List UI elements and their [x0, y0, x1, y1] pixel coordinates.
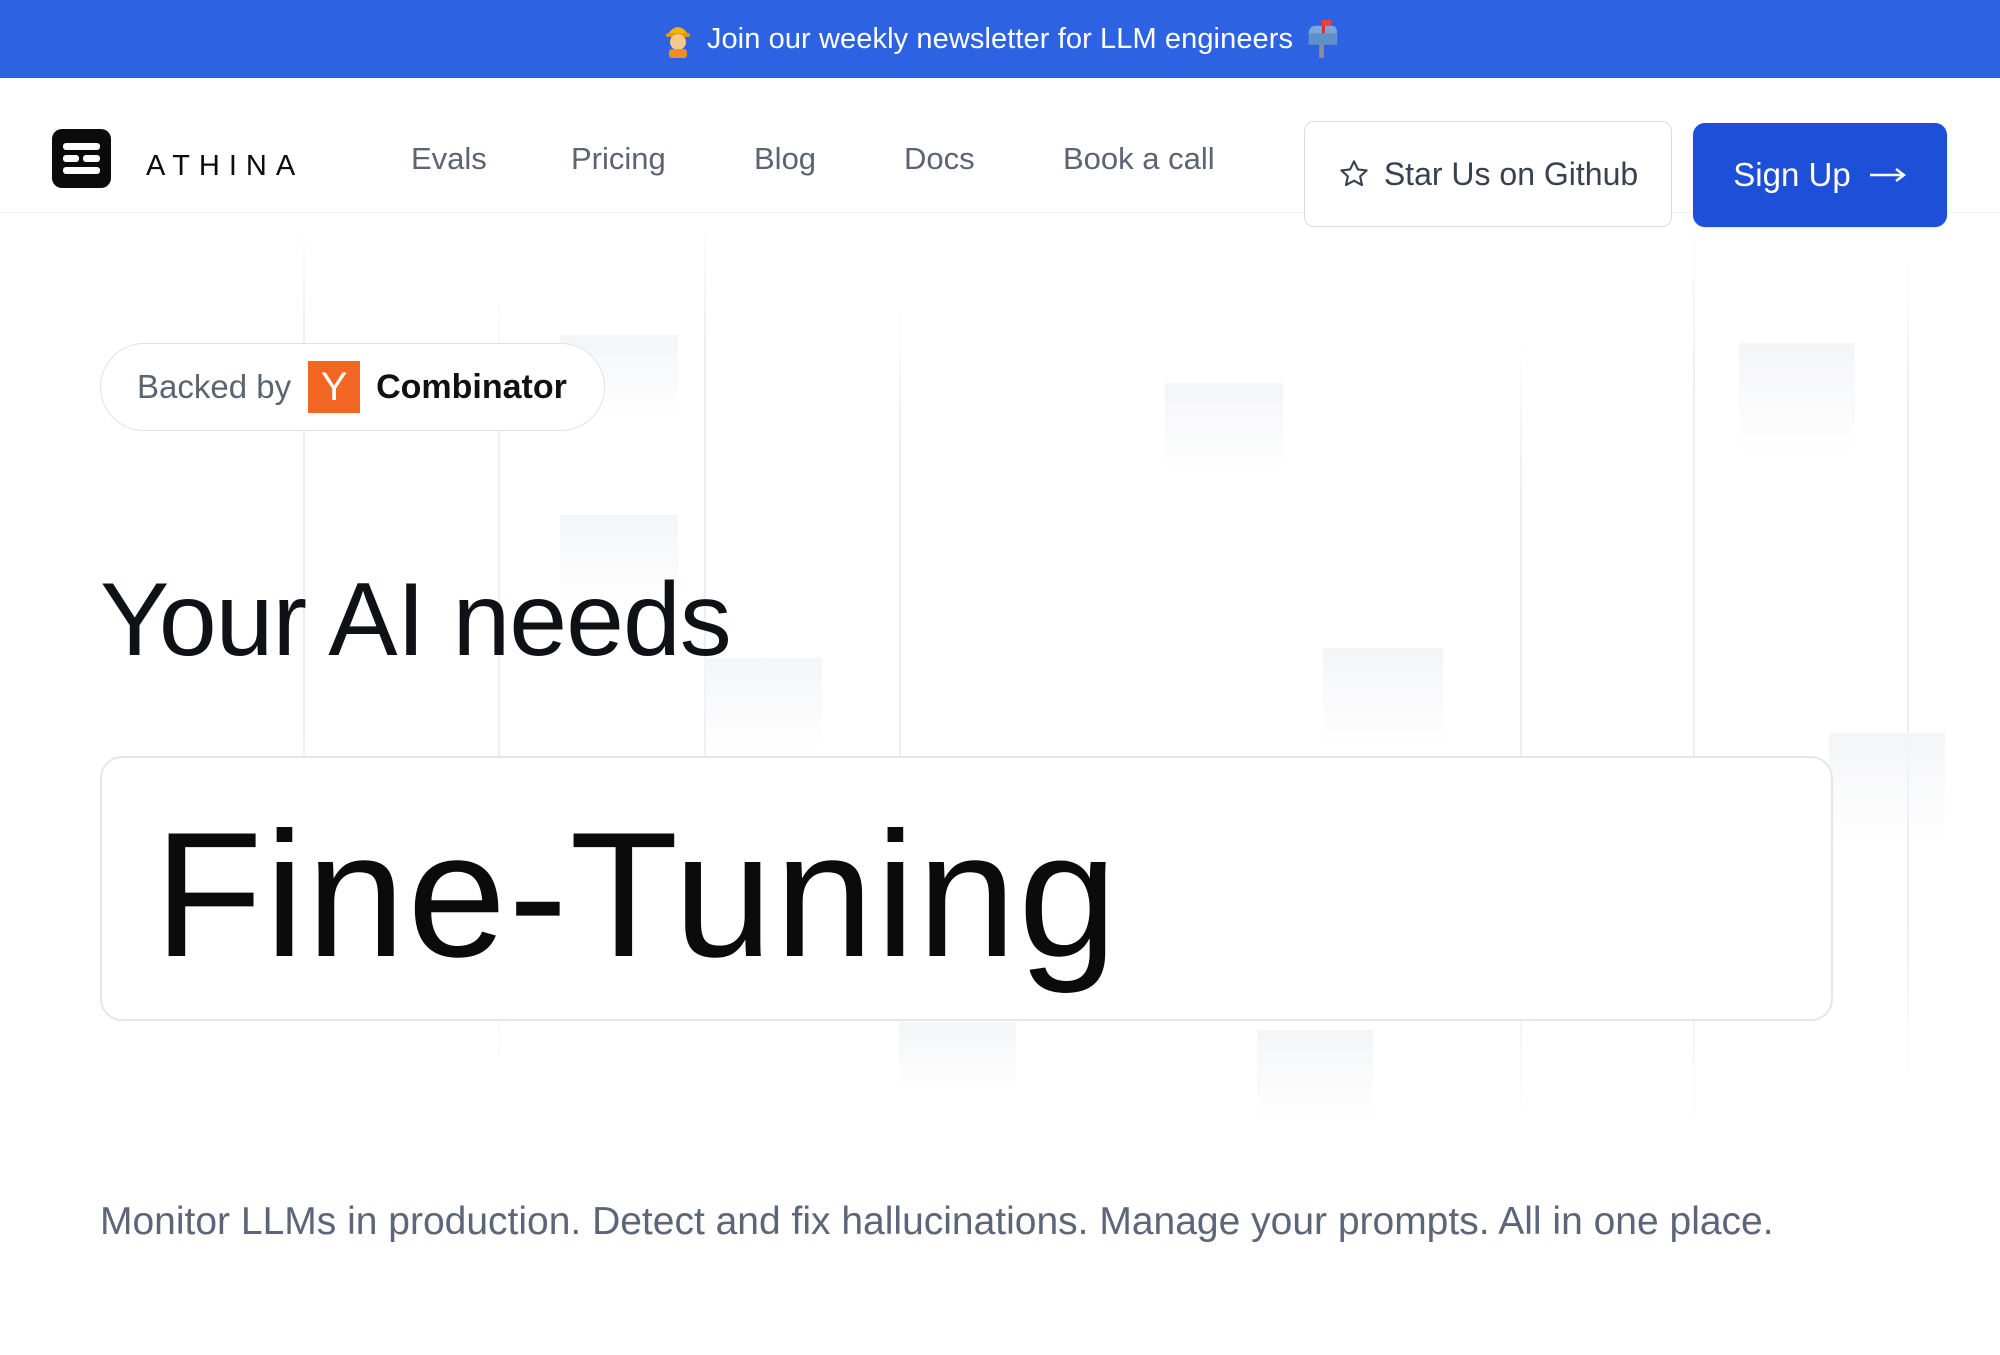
- banner-text: Join our weekly newsletter for LLM engin…: [706, 22, 1294, 55]
- nav-pricing[interactable]: Pricing: [571, 129, 666, 188]
- github-button-label: Star Us on Github: [1383, 155, 1639, 192]
- star-outline-icon: [1338, 158, 1370, 190]
- rotating-word: Fine-Tuning: [154, 795, 1120, 994]
- mailbox-emoji-icon: [1305, 19, 1339, 59]
- nav-book-a-call[interactable]: Book a call: [1063, 129, 1215, 188]
- badge-combinator-text: Combinator: [376, 367, 567, 406]
- rotating-word-box: Fine-Tuning: [100, 756, 1833, 1021]
- star-github-button[interactable]: Star Us on Github: [1304, 121, 1672, 227]
- y-combinator-logo-icon: Y: [308, 361, 361, 413]
- hero-subtitle: Monitor LLMs in production. Detect and f…: [100, 1200, 1774, 1243]
- athina-logo-icon[interactable]: [52, 129, 111, 188]
- nav-docs[interactable]: Docs: [904, 129, 975, 188]
- construction-worker-emoji-icon: [661, 19, 695, 59]
- arrow-right-icon: [1869, 167, 1907, 183]
- brand-name[interactable]: ATHINA: [146, 137, 304, 196]
- nav-evals[interactable]: Evals: [411, 129, 487, 188]
- hero-heading: Your AI needs: [100, 562, 732, 678]
- newsletter-banner[interactable]: Join our weekly newsletter for LLM engin…: [0, 0, 2000, 78]
- yc-backed-badge: Backed by Y Combinator: [100, 343, 605, 431]
- sign-up-button[interactable]: Sign Up: [1693, 123, 1947, 227]
- top-navigation: ATHINA Evals Pricing Blog Docs Book a ca…: [0, 78, 2000, 227]
- nav-blog[interactable]: Blog: [754, 129, 816, 188]
- sign-up-label: Sign Up: [1733, 156, 1851, 193]
- badge-prefix: Backed by: [137, 368, 292, 405]
